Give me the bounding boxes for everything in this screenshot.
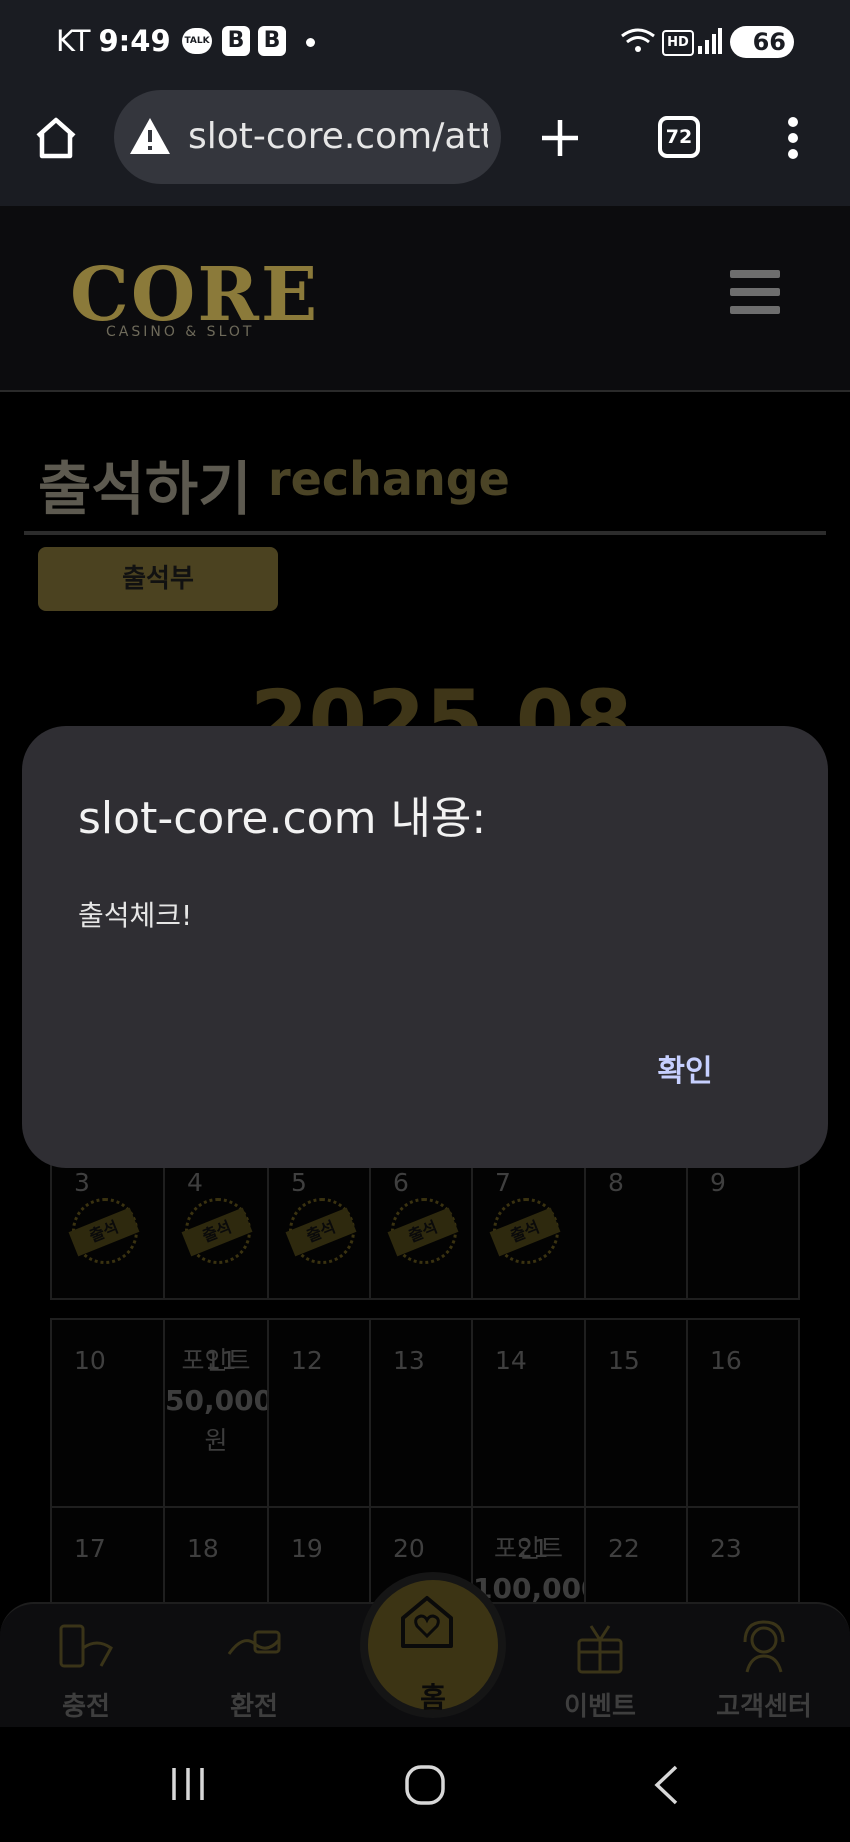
dialog-title: slot-core.com 내용: xyxy=(78,793,487,844)
nav-support[interactable]: 고객센터 xyxy=(704,1618,824,1723)
reward-amount-value: 100,000 xyxy=(473,1572,601,1605)
day-number: 15 xyxy=(608,1346,640,1375)
url-text[interactable]: slot-core.com/att xyxy=(188,116,488,157)
day-number: 9 xyxy=(710,1168,726,1197)
stamp-label: 출석 xyxy=(489,1207,561,1257)
day-number: 18 xyxy=(187,1534,219,1563)
title-divider xyxy=(24,531,826,535)
stamp-label: 출석 xyxy=(285,1207,357,1257)
home-gesture-icon[interactable] xyxy=(404,1764,446,1806)
stamp-label: 출석 xyxy=(387,1207,459,1257)
calendar-cell: 10 xyxy=(50,1318,165,1508)
day-number: 14 xyxy=(495,1346,527,1375)
page-title: 출석하기 xyxy=(38,455,252,523)
day-number: 10 xyxy=(74,1346,106,1375)
calendar-cell: 14 xyxy=(471,1318,586,1508)
page-subtitle: rechange xyxy=(268,452,510,506)
day-number: 20 xyxy=(393,1534,425,1563)
more-notifications-dot-icon xyxy=(306,38,315,47)
warning-icon[interactable] xyxy=(128,116,172,156)
home-icon[interactable] xyxy=(32,114,80,162)
day-number: 19 xyxy=(291,1534,323,1563)
dialog-ok-button[interactable]: 확인 xyxy=(640,1046,730,1098)
calendar-cell: 15 xyxy=(584,1318,688,1508)
battery-icon: 66 xyxy=(730,26,794,58)
notification-b2-icon: B xyxy=(258,26,286,56)
attendance-stamp-icon: 출석 xyxy=(285,1198,357,1264)
day-number: 7 xyxy=(495,1168,511,1197)
day-number: 8 xyxy=(608,1168,624,1197)
stamp-label: 출석 xyxy=(181,1207,253,1257)
nav-charge-label: 충전 xyxy=(62,1692,110,1722)
nav-support-label: 고객센터 xyxy=(716,1692,812,1722)
notification-b-icon: B xyxy=(222,26,250,56)
reward-amount: 50,000 xyxy=(165,1382,273,1421)
charge-icon xyxy=(59,1624,113,1668)
day-number: 16 xyxy=(710,1346,742,1375)
calendar-cell: 11 포인트 50,000 원 xyxy=(163,1318,273,1508)
home-label: 홈 xyxy=(420,1681,446,1714)
back-icon[interactable] xyxy=(652,1764,680,1806)
day-number: 6 xyxy=(393,1168,409,1197)
calendar-cell: 16 xyxy=(686,1318,800,1508)
new-tab-icon[interactable] xyxy=(540,118,580,158)
day-number: 4 xyxy=(187,1168,203,1197)
battery-level: 66 xyxy=(752,28,786,56)
reward-label: 포인트 xyxy=(181,1346,251,1375)
kakaotalk-icon: TALK xyxy=(182,28,212,54)
dialog-message: 출석체크! xyxy=(78,899,193,932)
recent-apps-icon[interactable] xyxy=(170,1766,206,1802)
nav-charge[interactable]: 충전 xyxy=(26,1618,146,1723)
menu-icon[interactable] xyxy=(730,270,780,314)
hd-voice-icon: HD xyxy=(662,30,694,56)
reward-label: 포인트 xyxy=(493,1534,563,1563)
attendance-stamp-icon: 출석 xyxy=(68,1198,140,1264)
day-number: 23 xyxy=(710,1534,742,1563)
nav-exchange[interactable]: 환전 xyxy=(194,1618,314,1723)
wifi-icon xyxy=(621,28,655,52)
day-number: 12 xyxy=(291,1346,323,1375)
day-number: 3 xyxy=(74,1168,90,1197)
calendar-cell: 13 xyxy=(369,1318,473,1508)
clock: 9:49 xyxy=(98,24,171,58)
calendar-cell: 12 xyxy=(267,1318,371,1508)
day-number: 13 xyxy=(393,1346,425,1375)
headset-icon xyxy=(743,1620,785,1673)
tab-switcher-button[interactable]: 72 xyxy=(658,116,700,158)
attendance-stamp-icon: 출석 xyxy=(489,1198,561,1264)
overflow-menu-icon[interactable] xyxy=(786,116,800,160)
attendance-stamp-icon: 출석 xyxy=(387,1198,459,1264)
site-logo-subtitle: CASINO & SLOT xyxy=(106,324,255,340)
nav-event-label: 이벤트 xyxy=(564,1692,636,1722)
day-number: 22 xyxy=(608,1534,640,1563)
status-time: KT 9:49 xyxy=(56,24,171,58)
stamp-label: 출석 xyxy=(68,1207,140,1257)
exchange-icon xyxy=(227,1630,281,1655)
day-number: 17 xyxy=(74,1534,106,1563)
carrier-label: KT xyxy=(56,24,91,58)
attendance-stamp-icon: 출석 xyxy=(181,1198,253,1264)
attendance-book-button[interactable]: 출석부 xyxy=(38,547,278,611)
day-number: 5 xyxy=(291,1168,307,1197)
heart-house-icon xyxy=(401,1596,453,1648)
reward-amount-value: 50,000 xyxy=(165,1384,274,1417)
nav-exchange-label: 환전 xyxy=(230,1692,278,1722)
reward-unit: 원 xyxy=(204,1426,228,1455)
nav-event[interactable]: 이벤트 xyxy=(540,1618,660,1723)
gift-icon xyxy=(577,1625,623,1674)
attendance-calendar: 3 출석 4 출석 5 출석 6 출석 7 출석 8 9 10 11 포인트 50,000… xyxy=(50,1120,800,1696)
signal-icon xyxy=(698,28,722,54)
